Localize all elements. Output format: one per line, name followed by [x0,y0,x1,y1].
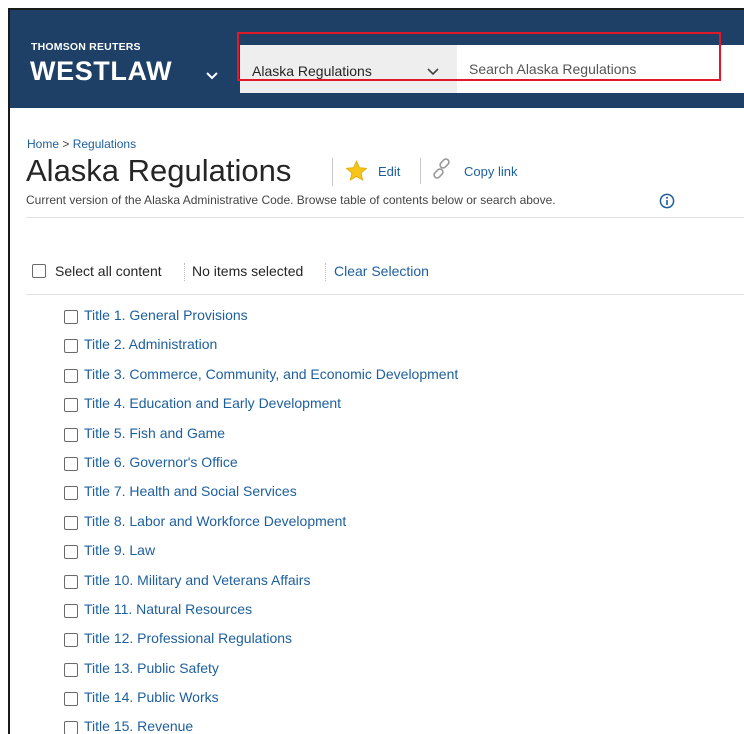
item-checkbox[interactable] [64,692,78,707]
item-checkbox[interactable] [64,721,78,734]
toc-link[interactable]: Title 11. Natural Resources [84,601,252,617]
breadcrumb-separator: > [62,137,70,151]
item-checkbox[interactable] [64,427,78,442]
toc-link[interactable]: Title 15. Revenue [84,718,193,734]
edit-favorites-link[interactable]: Edit [378,164,400,179]
copy-link-button[interactable]: Copy link [464,164,517,179]
toc-link[interactable]: Title 9. Law [84,542,155,558]
search-highlight-box [237,32,721,81]
item-checkbox[interactable] [64,633,78,648]
westlaw-logo-button[interactable]: WESTLAW [30,56,172,87]
item-checkbox[interactable] [64,310,78,324]
toc-link[interactable]: Title 10. Military and Veterans Affairs [84,572,310,588]
toc-link[interactable]: Title 13. Public Safety [84,660,219,676]
divider [332,158,333,186]
item-checkbox[interactable] [64,456,78,471]
toc-link[interactable]: Title 12. Professional Regulations [84,630,292,646]
list-divider [26,294,744,295]
divider [420,158,421,184]
toc-link[interactable]: Title 8. Labor and Workforce Development [84,513,346,529]
item-checkbox[interactable] [64,574,78,589]
select-all-checkbox[interactable] [32,264,46,278]
breadcrumb: Home > Regulations [27,137,136,151]
toc-link[interactable]: Title 14. Public Works [84,689,219,705]
item-checkbox[interactable] [64,339,78,354]
divider [184,263,185,281]
item-checkbox[interactable] [64,515,78,530]
item-checkbox[interactable] [64,603,78,618]
star-icon[interactable] [344,159,369,183]
link-icon[interactable] [430,157,454,181]
item-checkbox[interactable] [64,486,78,501]
toc-link[interactable]: Title 3. Commerce, Community, and Econom… [84,366,458,382]
item-checkbox[interactable] [64,368,78,383]
toc-link[interactable]: Title 2. Administration [84,336,217,352]
item-checkbox[interactable] [64,662,78,677]
toc-link[interactable]: Title 7. Health and Social Services [84,483,297,499]
toc-link[interactable]: Title 6. Governor's Office [84,454,238,470]
select-all-label[interactable]: Select all content [55,263,162,279]
toc-link[interactable]: Title 5. Fish and Game [84,425,225,441]
brand-company: THOMSON REUTERS [31,41,141,53]
page-title: Alaska Regulations [26,153,292,188]
toc-link[interactable]: Title 1. General Provisions [84,307,248,323]
item-checkbox[interactable] [64,398,78,413]
info-icon[interactable] [659,193,675,209]
page-description: Current version of the Alaska Administra… [26,193,556,207]
breadcrumb-regulations-link[interactable]: Regulations [73,137,136,151]
selection-status: No items selected [192,263,304,279]
item-checkbox[interactable] [64,545,78,560]
header-divider [26,217,744,218]
divider [325,263,326,281]
app-frame: THOMSON REUTERS WESTLAW Alaska Regulatio… [8,8,744,734]
toc-link[interactable]: Title 4. Education and Early Development [84,395,341,411]
chevron-down-icon[interactable] [204,70,220,82]
clear-selection-link[interactable]: Clear Selection [334,263,429,279]
breadcrumb-home-link[interactable]: Home [27,137,59,151]
